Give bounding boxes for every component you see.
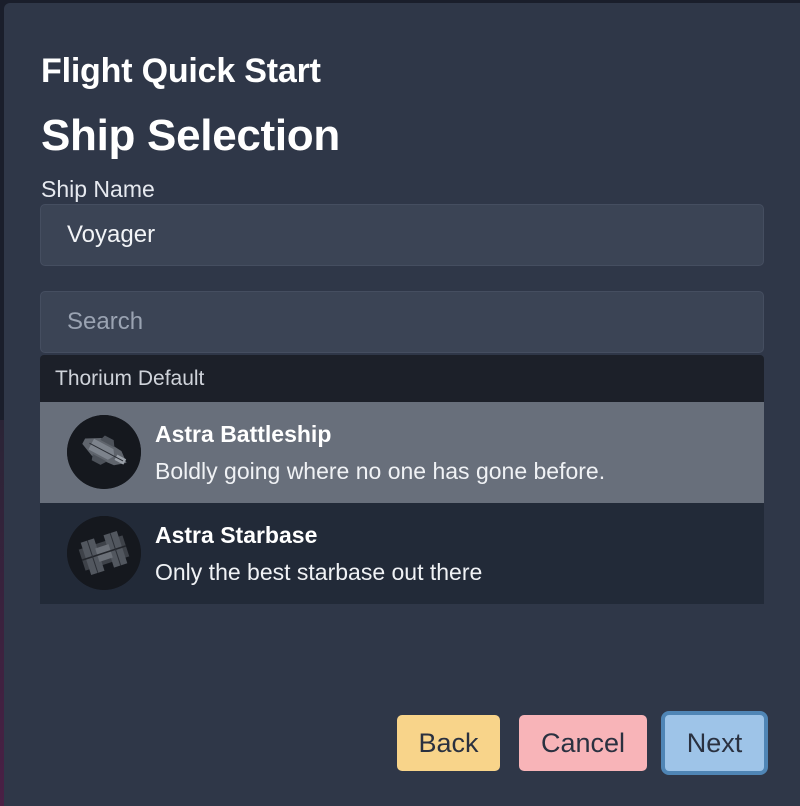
search-input[interactable] (40, 291, 764, 353)
ship-item-astra-starbase[interactable]: Astra Starbase Only the best starbase ou… (40, 503, 764, 604)
next-button[interactable]: Next (661, 711, 768, 775)
ship-item-name: Astra Starbase (155, 522, 318, 548)
battleship-thumbnail-icon (67, 415, 141, 489)
ship-item-description: Boldly going where no one has gone befor… (155, 458, 606, 484)
ship-group-header: Thorium Default (40, 355, 764, 402)
dialog-eyebrow-title: Flight Quick Start (41, 52, 321, 90)
ship-item-name: Astra Battleship (155, 421, 332, 447)
ship-item-description: Only the best starbase out there (155, 559, 483, 585)
page-title: Ship Selection (41, 111, 340, 160)
ship-name-input[interactable] (40, 204, 764, 266)
cancel-button[interactable]: Cancel (519, 715, 647, 771)
ship-name-label: Ship Name (41, 176, 155, 202)
flight-quick-start-dialog: Flight Quick Start Ship Selection Ship N… (4, 3, 800, 806)
ship-list: Thorium Default Astra Battleship Boldly (40, 355, 764, 604)
starbase-thumbnail-icon (67, 516, 141, 590)
ship-item-astra-battleship[interactable]: Astra Battleship Boldly going where no o… (40, 402, 764, 503)
back-button[interactable]: Back (397, 715, 500, 771)
